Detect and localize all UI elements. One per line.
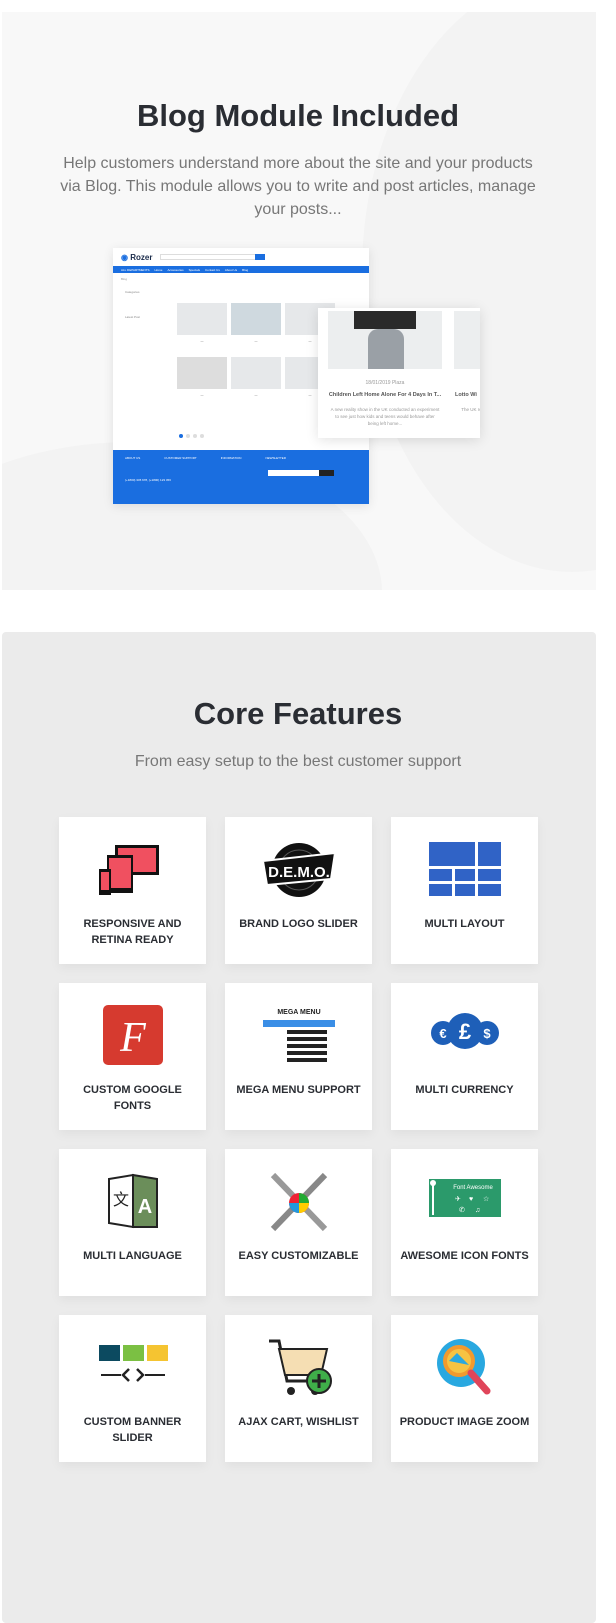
- feature-card: Product Image Zoom: [391, 1315, 538, 1462]
- post-title: Children Left Home Alone For 4 Days In T…: [328, 392, 442, 398]
- feature-card: 文A Multi Language: [59, 1149, 206, 1296]
- mockup-nav: ALL DEPARTMENTS Home Accessories Specials Co…: [113, 266, 369, 273]
- feature-card: MEGA MENU Mega Menu Support: [225, 983, 372, 1130]
- layout-grid-icon: [429, 842, 501, 896]
- blog-description: Help customers understand more about the…: [60, 155, 536, 218]
- feature-card: Font Awesome ✈ ♥ ☆ ✆ ♫ Awesome Icon Fonts: [391, 1149, 538, 1296]
- mega-menu-icon: MEGA MENU: [263, 1009, 335, 1062]
- svg-text:✆: ✆: [459, 1206, 465, 1214]
- currency-icon: € £ $: [431, 1013, 499, 1049]
- language-icon: 文A: [108, 1173, 158, 1229]
- font-awesome-icon: Font Awesome ✈ ♥ ☆ ✆ ♫: [429, 1179, 501, 1217]
- feature-card: F Custom Google Fonts: [59, 983, 206, 1130]
- mockup-pagination: [179, 434, 204, 438]
- tools-icon: [270, 1172, 328, 1232]
- svg-text:MEGA MENU: MEGA MENU: [277, 1009, 320, 1016]
- feature-card: D.E.M.O. Brand Logo Slider: [225, 817, 372, 964]
- mockup-post-grid: — — — — — —: [177, 303, 335, 407]
- core-subtitle: From easy setup to the best customer sup…: [134, 753, 462, 770]
- svg-text:F: F: [119, 1015, 146, 1061]
- next-post-excerpt: The UK revealed she: [461, 407, 480, 412]
- blog-title: Blog Module Included: [136, 98, 460, 133]
- mockup-search: [160, 254, 266, 260]
- svg-text:$: $: [483, 1026, 491, 1041]
- post-excerpt: A new reality show in the UK conducted a…: [330, 407, 440, 426]
- demo-logo-icon: D.E.M.O.: [263, 843, 335, 897]
- svg-text:♥: ♥: [469, 1196, 473, 1203]
- svg-text:£: £: [459, 1019, 472, 1044]
- feature-card: € £ $ Multi Currency: [391, 983, 538, 1130]
- cart-add-icon: [269, 1339, 332, 1395]
- mockup-sidebar: Categories Latest Post: [125, 290, 141, 319]
- feature-card: Ajax Cart, Wishlist: [225, 1315, 372, 1462]
- post-meta: 18/01/2019 Plaza: [365, 380, 405, 386]
- rozer-logo: ◉ Rozer: [121, 252, 153, 262]
- core-title: Core Features: [193, 696, 403, 731]
- svg-text:文: 文: [113, 1191, 129, 1209]
- featured-post-card: 18/01/2019 Plaza Children Left Home Alon…: [318, 308, 480, 438]
- svg-text:A: A: [138, 1196, 152, 1218]
- feature-card: Responsive and Retina Ready: [59, 817, 206, 964]
- svg-text:€: €: [439, 1026, 446, 1041]
- mockup-footer: ABOUT US CUSTOMER SUPPORT INFORMATION NEWSL…: [113, 450, 369, 504]
- responsive-devices-icon: [99, 845, 159, 895]
- svg-text:♫: ♫: [475, 1207, 480, 1214]
- post-image: [328, 311, 442, 369]
- font-icon: F: [103, 1005, 163, 1065]
- zoom-icon: [437, 1339, 491, 1395]
- feature-card: Custom Banner Slider: [59, 1315, 206, 1462]
- svg-text:D.E.M.O.: D.E.M.O.: [268, 864, 330, 881]
- svg-text:☆: ☆: [483, 1195, 489, 1203]
- svg-text:✈: ✈: [455, 1196, 461, 1203]
- next-post-title: Lotto Wi: [455, 392, 477, 398]
- svg-text:Font Awesome: Font Awesome: [453, 1185, 493, 1191]
- feature-card: Multi Layout: [391, 817, 538, 964]
- feature-grid: Responsive and Retina Ready D.E.M.O. Bra…: [59, 817, 538, 1462]
- mockup-breadcrumb: Blog: [121, 277, 128, 281]
- feature-card: Easy Customizable: [225, 1149, 372, 1296]
- banner-slider-icon: [99, 1345, 168, 1382]
